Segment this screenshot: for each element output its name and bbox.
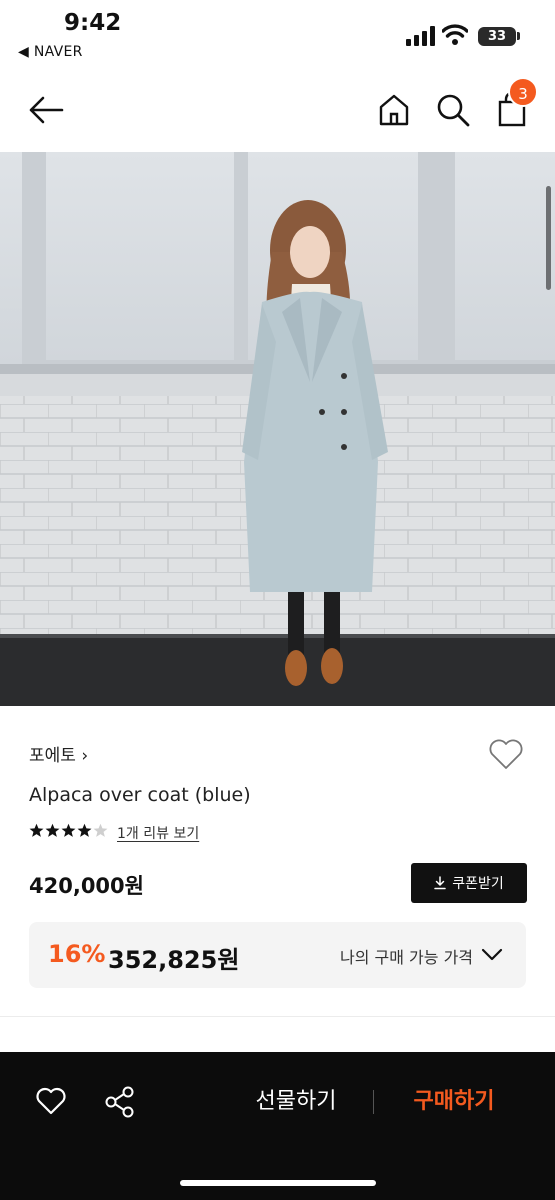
heart-icon[interactable]	[34, 1085, 68, 1117]
star-filled-icon	[61, 823, 76, 837]
back-arrow-icon[interactable]	[26, 92, 66, 128]
cellular-signal-icon	[406, 26, 435, 46]
brand-link[interactable]: 포에토 ›	[29, 741, 88, 766]
status-time: 9:42	[64, 10, 122, 36]
back-to-app-link[interactable]: ◀ NAVER	[18, 44, 83, 60]
home-indicator[interactable]	[180, 1180, 376, 1186]
product-title: Alpaca over coat (blue)	[29, 784, 251, 806]
coupon-button[interactable]: 쿠폰받기	[411, 863, 527, 903]
battery-indicator: 33	[478, 27, 516, 46]
button-separator	[373, 1090, 374, 1114]
search-icon[interactable]	[435, 92, 471, 128]
battery-cap	[517, 32, 520, 40]
my-price-dropdown[interactable]: 16% 352,825원 나의 구매 가능 가격	[29, 922, 526, 988]
download-icon	[434, 876, 446, 890]
home-icon[interactable]	[376, 92, 412, 128]
product-image[interactable]	[0, 152, 555, 706]
rating-stars	[29, 823, 108, 843]
original-price: 420,000원	[29, 874, 144, 898]
top-navigation-bar	[0, 70, 555, 152]
review-link[interactable]: 1개 리뷰 보기	[117, 823, 199, 843]
star-filled-icon	[29, 823, 44, 837]
status-bar: 9:42 ◀ NAVER 33	[0, 0, 555, 70]
image-scroll-indicator	[546, 186, 551, 290]
buy-button[interactable]: 구매하기	[394, 1084, 514, 1120]
bottom-action-bar: 선물하기 구매하기	[0, 1052, 555, 1200]
coupon-button-label: 쿠폰받기	[452, 876, 504, 892]
share-icon[interactable]	[103, 1085, 137, 1119]
wishlist-heart-icon[interactable]	[487, 736, 525, 772]
product-photo-illustration	[0, 152, 555, 706]
discounted-price: 352,825원	[108, 946, 240, 974]
chevron-down-icon	[481, 948, 503, 961]
section-divider	[0, 1016, 555, 1017]
star-filled-icon	[45, 823, 60, 837]
wifi-icon	[442, 24, 468, 45]
cart-count-badge: 3	[508, 77, 538, 107]
discount-rate: 16%	[48, 940, 106, 968]
star-filled-icon	[77, 823, 92, 837]
my-price-label: 나의 구매 가능 가격	[340, 948, 474, 967]
star-empty-icon	[93, 823, 108, 837]
gift-button[interactable]: 선물하기	[236, 1084, 356, 1120]
